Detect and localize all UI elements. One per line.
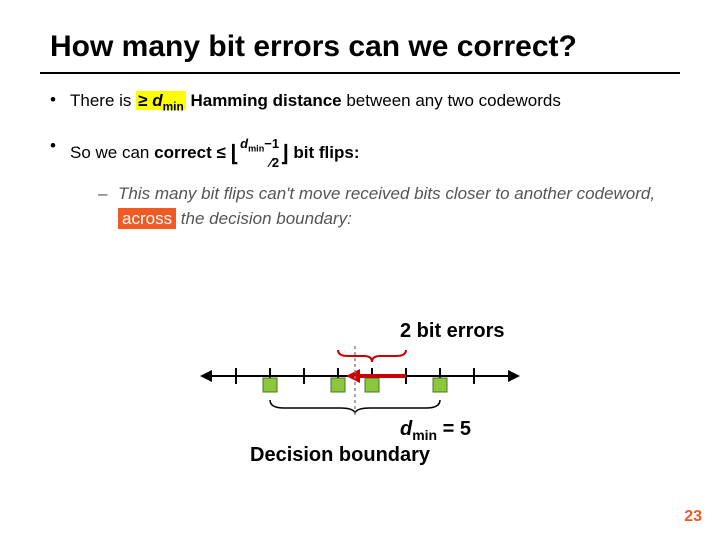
- dmin-d: d: [400, 418, 412, 440]
- frac-den: ∕2: [240, 153, 279, 173]
- bullet-2-text: So we can correct ≤ ⌊dmin−1∕2⌋ bit flips…: [70, 134, 670, 232]
- b1-prefix: There is: [70, 91, 136, 110]
- b1-rest: between any two codewords: [342, 91, 561, 110]
- sub-prefix: This many bit flips can't move received …: [118, 184, 655, 203]
- b1-d: d: [152, 91, 162, 110]
- diagram: 2 bit errors dmin = 5: [0, 320, 720, 416]
- content-area: • There is ≥ dmin Hamming distance betwe…: [0, 74, 720, 232]
- sub-bullet: – This many bit flips can't move receive…: [98, 181, 670, 232]
- dash-icon: –: [98, 181, 118, 207]
- b1-sub: min: [163, 99, 184, 113]
- slide-title: How many bit errors can we correct?: [0, 0, 720, 72]
- b2-fraction: dmin−1 ∕2: [240, 134, 279, 173]
- frac-sub: min: [248, 144, 264, 154]
- sub-tail: the decision boundary:: [176, 209, 352, 228]
- page-number: 23: [684, 508, 702, 526]
- sub-highlight: across: [118, 208, 176, 229]
- floor-left-icon: ⌊: [231, 141, 240, 166]
- bullet-1: • There is ≥ dmin Hamming distance betwe…: [50, 88, 670, 116]
- frac-tail: −1: [264, 136, 279, 151]
- bullet-dot-icon: •: [50, 88, 70, 110]
- b1-dmin: dmin: [152, 91, 184, 110]
- label-dmin: dmin = 5: [400, 418, 471, 443]
- frac-den-val: 2: [272, 155, 279, 170]
- b1-gte: ≥: [138, 91, 152, 110]
- b2-bold: correct ≤ ⌊dmin−1∕2⌋ bit flips:: [154, 143, 359, 162]
- sub-bullet-text: This many bit flips can't move received …: [118, 181, 670, 232]
- frac-d: d: [240, 136, 248, 151]
- dmin-eq: = 5: [437, 418, 471, 440]
- bullet-1-text: There is ≥ dmin Hamming distance between…: [70, 88, 561, 116]
- b2-prefix: So we can: [70, 143, 154, 162]
- b2-correct: correct ≤: [154, 143, 230, 162]
- bullet-2: • So we can correct ≤ ⌊dmin−1∕2⌋ bit fli…: [50, 134, 670, 232]
- floor-right-icon: ⌋: [280, 141, 289, 166]
- label-2-bit-errors: 2 bit errors: [400, 320, 504, 343]
- b2-tail: bit flips:: [289, 143, 360, 162]
- label-decision-boundary: Decision boundary: [250, 444, 430, 467]
- b1-highlight: ≥ dmin: [136, 91, 186, 110]
- dmin-sub: min: [412, 427, 437, 443]
- b1-hamming: Hamming distance: [186, 91, 342, 110]
- number-line-svg: [200, 346, 520, 416]
- bullet-dot-icon: •: [50, 134, 70, 156]
